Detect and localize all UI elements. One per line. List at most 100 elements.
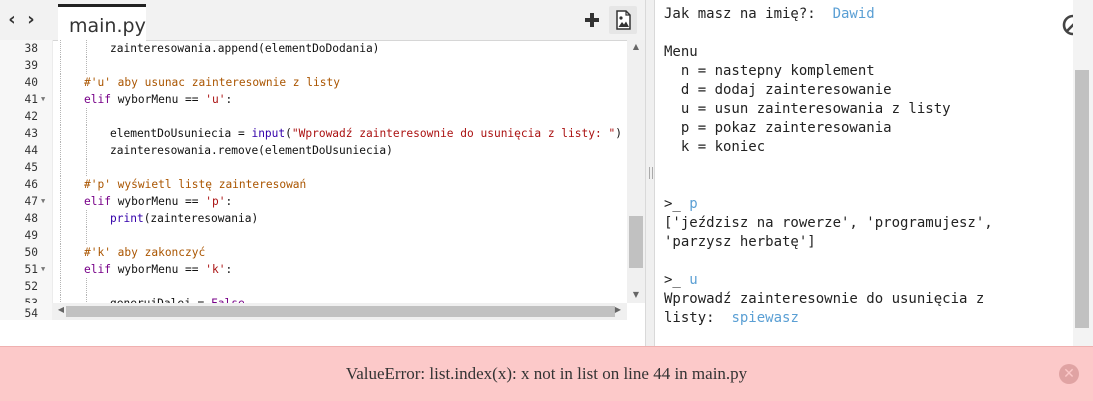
indent-guide	[60, 57, 61, 74]
editor-pane: ‹ › main.py 38 zainteresowania.append(ele…	[0, 0, 646, 346]
line-number: 52	[24, 280, 38, 293]
code-token: input	[251, 127, 286, 140]
error-banner: ValueError: list.index(x): x not in list…	[0, 346, 1093, 401]
code-token: :	[225, 93, 233, 106]
code-line[interactable]: 38 zainteresowania.append(elementDoDodani…	[0, 40, 627, 57]
fold-arrow-icon[interactable]: ▼	[41, 261, 49, 278]
indent-guide	[60, 261, 61, 278]
console-line: k = koniec	[664, 138, 765, 157]
plus-icon[interactable]	[578, 6, 606, 34]
console-line: n = nastepny komplement	[664, 62, 875, 81]
indent-guide	[86, 295, 87, 303]
user-input-text: p	[689, 196, 698, 212]
line-number: 43	[24, 127, 38, 140]
console-scroll-thumb[interactable]	[1075, 70, 1089, 328]
code-line[interactable]: 46 #'p' wyświetl listę zainteresowań	[0, 176, 627, 193]
code-line[interactable]: 42	[0, 108, 627, 125]
code-line[interactable]: 48 print(zainteresowania)	[0, 210, 627, 227]
code-line[interactable]: 45	[0, 159, 627, 176]
code-token: #'u' aby usunac zainteresownie z listy	[84, 76, 340, 89]
console-text: k = koniec	[664, 139, 766, 155]
code-tokens: #'u' aby usunac zainteresownie z listy	[84, 74, 340, 91]
line-number: 40	[24, 76, 38, 89]
grip-icon	[649, 167, 653, 179]
console-text: ['jeździsz na rowerze', 'programujesz',	[664, 215, 993, 231]
scroll-right-arrow-icon[interactable]: ▶	[609, 305, 627, 314]
user-input-text: u	[689, 272, 698, 288]
code-line[interactable]: 40 #'u' aby usunac zainteresownie z listy	[0, 74, 627, 91]
console-text: >_	[664, 272, 690, 288]
indent-guide	[86, 108, 87, 125]
console-line: d = dodaj zainteresowanie	[664, 81, 892, 100]
line-number: 44	[24, 144, 38, 157]
tab-label: main.py	[69, 15, 146, 37]
chevron-right-icon[interactable]: ›	[22, 10, 40, 30]
console-text: d = dodaj zainteresowanie	[664, 82, 892, 98]
code-token: )	[615, 127, 622, 140]
console-line: u = usun zainteresowania z listy	[664, 100, 951, 119]
line-number: 46	[24, 178, 38, 191]
code-line[interactable]: 49	[0, 227, 627, 244]
code-token: 'k'	[205, 263, 226, 276]
code-line[interactable]: 51 ▼ elif wyborMenu == 'k':	[0, 261, 627, 278]
indent-guide	[60, 278, 61, 295]
indent-guide	[86, 278, 87, 295]
code-tokens: #'k' aby zakonczyć	[84, 244, 205, 261]
console-line: listy: spiewasz	[664, 309, 799, 328]
code-line[interactable]: 47 ▼ elif wyborMenu == 'p':	[0, 193, 627, 210]
code-tokens: elif wyborMenu == 'p':	[84, 193, 232, 210]
code-tokens: generujDalej = False	[110, 295, 245, 303]
code-token: elif	[84, 195, 111, 208]
editor-footer	[0, 320, 645, 346]
indent-guide	[60, 210, 61, 227]
pane-resize-handle[interactable]	[645, 0, 655, 346]
console-output[interactable]: Jak masz na imię?: Dawid Menu n = nastepn…	[655, 0, 1073, 346]
editor-vertical-scroll-thumb[interactable]	[629, 216, 643, 268]
chevron-left-icon[interactable]: ‹	[3, 10, 21, 30]
code-area[interactable]: 38 zainteresowania.append(elementDoDodani…	[0, 40, 627, 303]
editor-horizontal-scroll-thumb[interactable]	[66, 306, 615, 317]
code-line[interactable]: 43 elementDoUsuniecia = input("Wprowadź z…	[0, 125, 627, 142]
code-line[interactable]: 41 ▼ elif wyborMenu == 'u':	[0, 91, 627, 108]
code-line[interactable]: 39	[0, 57, 627, 74]
scroll-up-arrow-icon[interactable]: ▲	[627, 42, 645, 51]
line-number: 41	[24, 93, 38, 106]
close-icon[interactable]: ✕	[1059, 364, 1079, 384]
console-line: Jak masz na imię?: Dawid	[664, 5, 875, 24]
indent-guide	[86, 57, 87, 74]
code-tokens: elif wyborMenu == 'k':	[84, 261, 232, 278]
code-token: #'p' wyświetl listę zainteresowań	[84, 178, 307, 191]
console-text: p = pokaz zainteresowania	[664, 120, 892, 136]
indent-guide	[60, 244, 61, 261]
editor-horizontal-scrollbar[interactable]: ◀ ▶	[52, 303, 627, 320]
code-line-error[interactable]: 44 zainteresowania.remove(elementDoUsunie…	[0, 142, 627, 159]
code-line[interactable]: 52	[0, 278, 627, 295]
console-line: Wprowadź zainteresownie do usunięcia z	[664, 290, 984, 309]
code-token: wyborMenu ==	[110, 195, 206, 208]
indent-guide	[60, 142, 61, 159]
code-token: "Wprowadź zainteresownie do usunięcia z …	[291, 127, 616, 140]
line-number: 47	[24, 195, 38, 208]
image-file-icon[interactable]	[609, 6, 637, 34]
code-token: print	[110, 212, 144, 225]
tab-main-py[interactable]: main.py	[58, 4, 146, 41]
scroll-down-arrow-icon[interactable]: ▼	[627, 290, 645, 299]
editor-vertical-scrollbar[interactable]: ▲ ▼	[627, 40, 645, 303]
fold-arrow-icon[interactable]: ▼	[41, 193, 49, 210]
code-line[interactable]: 50 #'k' aby zakonczyć	[0, 244, 627, 261]
indent-guide	[60, 227, 61, 244]
code-token: #'k' aby zakonczyć	[84, 246, 206, 259]
line-number: 48	[24, 212, 38, 225]
code-line[interactable]: 53 generujDalej = False	[0, 295, 627, 303]
console-text: u = usun zainteresowania z listy	[664, 101, 951, 117]
fold-arrow-icon[interactable]: ▼	[41, 91, 49, 108]
code-token: 'p'	[205, 195, 226, 208]
code-token: wyborMenu ==	[110, 263, 206, 276]
code-token: elif	[84, 93, 111, 106]
console-scrollbar[interactable]	[1073, 0, 1093, 346]
code-token: :	[225, 195, 233, 208]
user-input-text: spiewasz	[731, 310, 799, 326]
console-line: Menu	[664, 43, 698, 62]
indent-guide	[60, 40, 61, 57]
console-line: p = pokaz zainteresowania	[664, 119, 892, 138]
